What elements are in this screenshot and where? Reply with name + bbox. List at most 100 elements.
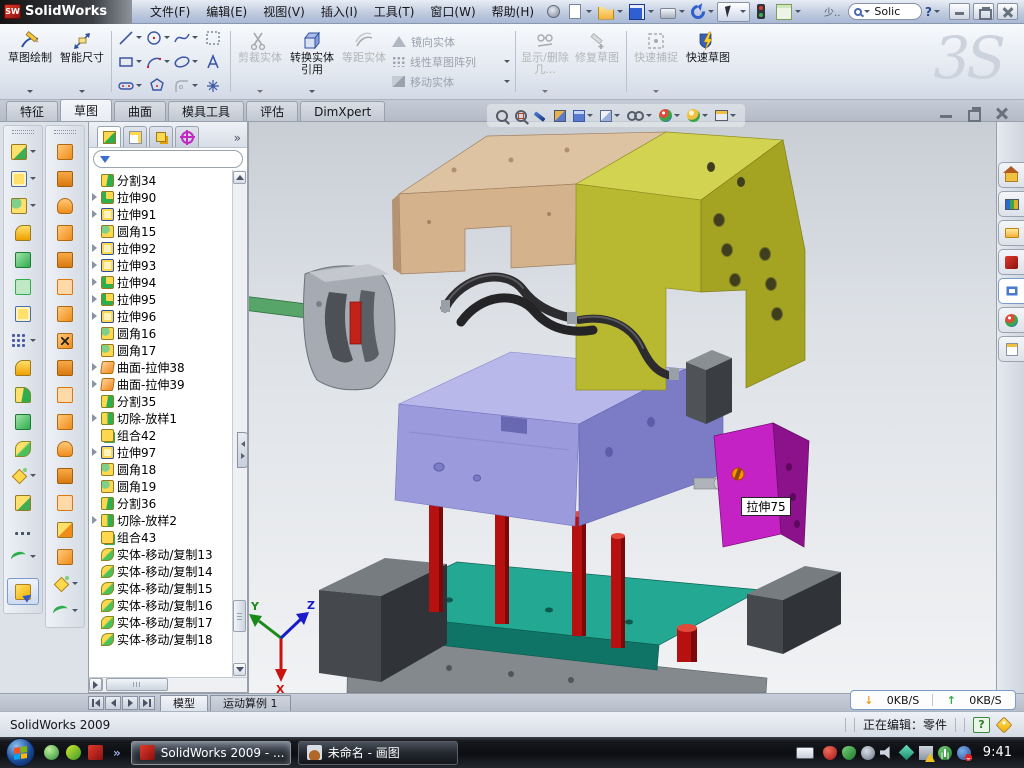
instant3d-button[interactable] (7, 578, 39, 605)
design-library-tab[interactable] (998, 191, 1024, 217)
tree-item[interactable]: 拉伸91 (89, 206, 232, 223)
zoom-fit-icon[interactable] (496, 110, 508, 122)
sync-icon[interactable] (899, 745, 915, 761)
start-button[interactable] (6, 738, 35, 767)
scroll-right-button[interactable] (89, 678, 102, 691)
quick-tips-icon[interactable]: ? (973, 717, 990, 733)
surface-loft-icon[interactable] (57, 224, 73, 241)
configurationmanager-tab[interactable] (149, 126, 173, 147)
thicken-icon[interactable] (57, 521, 73, 538)
graphics-viewport[interactable]: X Y Z 拉伸75 (248, 122, 996, 693)
open-file-icon[interactable] (595, 2, 626, 22)
network-warning-icon[interactable] (919, 746, 933, 760)
next-tab-button[interactable] (122, 696, 138, 710)
surface-reference-icon[interactable] (53, 575, 78, 592)
expand-icon[interactable] (91, 346, 100, 355)
tree-item[interactable]: 分割34 (89, 172, 232, 189)
tree-item[interactable]: 曲面-拉伸38 (89, 359, 232, 376)
scrollbar-thumb[interactable] (233, 600, 246, 632)
tree-item[interactable]: 实体-移动/复制15 (89, 580, 232, 597)
save-icon[interactable] (626, 2, 657, 22)
extruded-cut-icon[interactable] (11, 170, 36, 187)
rapid-sketch-button[interactable]: 快速草图 (682, 26, 734, 97)
fillet-icon[interactable] (11, 197, 36, 214)
expand-icon[interactable] (91, 482, 100, 491)
edit-appearance-icon[interactable] (659, 109, 680, 122)
tree-item[interactable]: 组合42 (89, 427, 232, 444)
display-style-icon[interactable] (600, 110, 620, 122)
tree-item[interactable]: 圆角16 (89, 325, 232, 342)
combine-icon[interactable] (15, 413, 31, 430)
print-icon[interactable] (657, 2, 688, 22)
toolbar-grip[interactable] (12, 130, 34, 134)
restore-button[interactable] (973, 3, 994, 20)
planar-surface-icon[interactable] (57, 386, 73, 403)
part-clamp-olive[interactable] (576, 132, 805, 390)
select-icon[interactable] (717, 2, 750, 22)
document-tab[interactable]: 模型 (160, 695, 208, 711)
tree-item[interactable]: 组合43 (89, 529, 232, 546)
expand-icon[interactable] (91, 295, 100, 304)
marquee-select-icon[interactable] (199, 26, 227, 50)
surface-fill-icon[interactable] (57, 413, 73, 430)
rib-icon[interactable] (15, 359, 31, 376)
manager-overflow-button[interactable]: » (234, 131, 244, 147)
task-button[interactable]: SolidWorks 2009 - ... (131, 741, 291, 765)
expand-icon[interactable] (91, 618, 100, 627)
ime-keyboard-icon[interactable] (796, 747, 814, 759)
security-shield-icon[interactable] (842, 746, 856, 760)
plane-icon[interactable] (15, 494, 31, 511)
search-dropdown-icon[interactable] (864, 10, 870, 13)
curve-icon[interactable] (11, 548, 36, 565)
expand-icon[interactable] (91, 414, 100, 423)
expand-icon[interactable] (91, 550, 100, 559)
menu-item[interactable]: 文件(F) (142, 0, 198, 23)
expand-icon[interactable] (91, 397, 100, 406)
boundary-boss-icon[interactable] (15, 278, 31, 295)
expand-icon[interactable] (91, 635, 100, 644)
lofted-boss-icon[interactable] (15, 251, 31, 268)
menu-item[interactable]: 视图(V) (255, 0, 313, 23)
surface-untrim-icon[interactable] (57, 494, 73, 511)
new-file-icon[interactable] (564, 2, 595, 22)
tree-item[interactable]: 分割36 (89, 495, 232, 512)
tree-item[interactable]: 切除-放样1 (89, 410, 232, 427)
arc-tool-icon[interactable] (143, 50, 171, 74)
zoom-area-icon[interactable] (515, 110, 527, 122)
tree-item[interactable]: 拉伸93 (89, 257, 232, 274)
view-palette-tab[interactable] (998, 278, 1024, 304)
circle-tool-icon[interactable] (143, 26, 171, 50)
scroll-up-button[interactable] (233, 171, 246, 184)
tree-item[interactable]: 拉伸95 (89, 291, 232, 308)
update-icon[interactable] (861, 746, 875, 760)
expand-icon[interactable] (91, 448, 100, 457)
tree-item[interactable]: 实体-移动/复制14 (89, 563, 232, 580)
rebuild-icon[interactable] (750, 2, 773, 22)
surface-curve-icon[interactable] (53, 602, 78, 619)
tree-item[interactable]: 实体-移动/复制16 (89, 597, 232, 614)
close-button[interactable] (997, 3, 1018, 20)
slot-tool-icon[interactable] (115, 74, 143, 98)
sketch-draw-button[interactable]: 草图绘制 (4, 26, 56, 97)
surface-knit-icon[interactable] (57, 359, 73, 376)
tree-item[interactable]: 切除-放样2 (89, 512, 232, 529)
defender-icon[interactable] (938, 746, 952, 760)
undo-icon[interactable] (688, 2, 717, 22)
extruded-boss-icon[interactable] (11, 143, 36, 160)
expand-icon[interactable] (91, 312, 100, 321)
menu-item[interactable]: 工具(T) (366, 0, 423, 23)
solidworks-launch-icon[interactable] (88, 745, 103, 760)
messenger-icon[interactable] (44, 745, 59, 760)
expand-icon[interactable] (91, 499, 100, 508)
expand-icon[interactable] (91, 533, 100, 542)
view-orientation-icon[interactable] (573, 110, 593, 122)
solidworks-toolbox-tab[interactable] (998, 249, 1024, 275)
previous-tab-button[interactable] (105, 696, 121, 710)
tree-item[interactable]: 拉伸97 (89, 444, 232, 461)
media-player-icon[interactable] (66, 745, 81, 760)
expand-icon[interactable] (91, 363, 100, 372)
solidworks-resources-tab[interactable] (998, 162, 1024, 188)
expand-icon[interactable] (91, 261, 100, 270)
hide-show-items-icon[interactable] (627, 111, 652, 120)
expand-icon[interactable] (91, 584, 100, 593)
